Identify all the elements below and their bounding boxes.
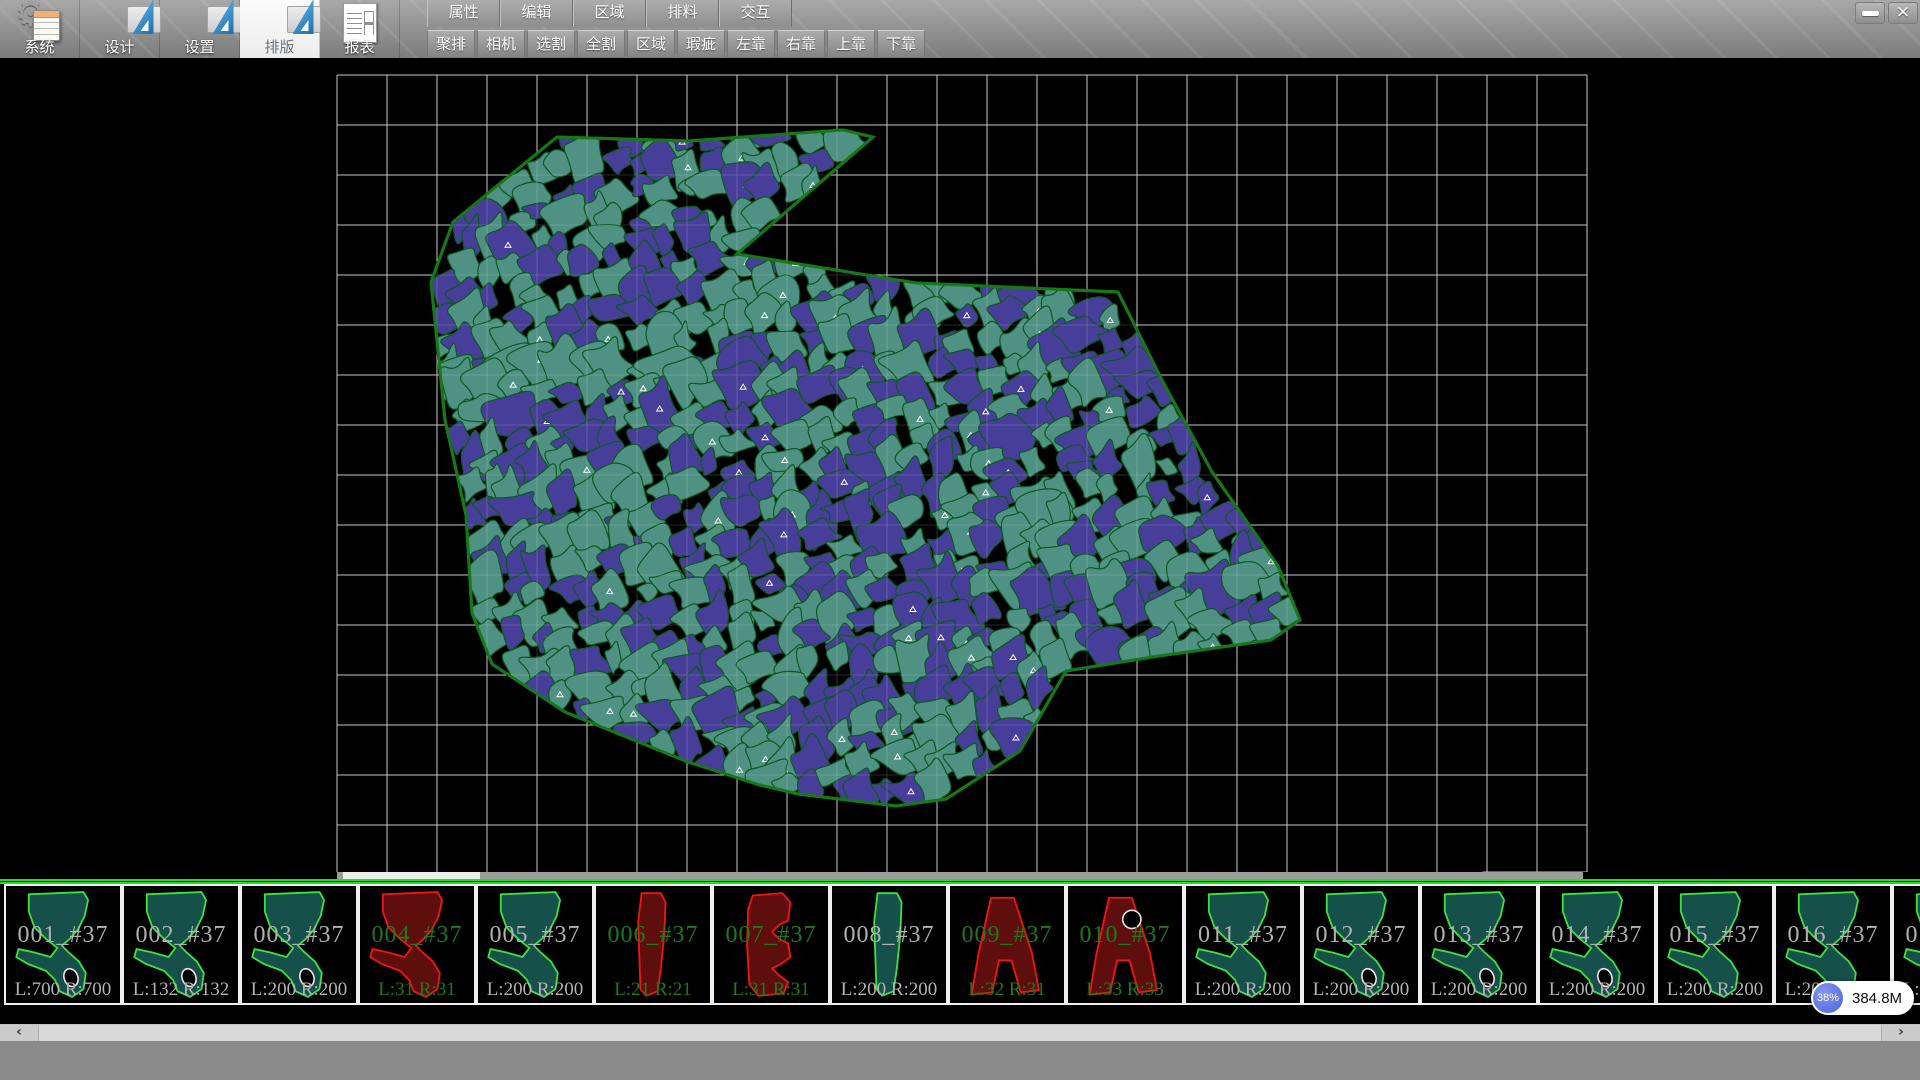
thumbnail-strip: 001_#37L:700 R:700002_#37L:132 R:132003_… [0,884,1920,1008]
system-button[interactable]: ⚙ 系统 [0,0,80,58]
nesting-canvas-svg [0,58,1920,872]
thumbnail-piece[interactable]: 011_#37L:200 R:200 [1184,884,1302,1005]
layout-button-label: 排版 [240,36,319,57]
tool-button[interactable]: 选割 [527,30,575,58]
thumbnail-piece[interactable]: 001_#37L:700 R:700 [4,884,122,1005]
nesting-canvas[interactable] [0,58,1920,872]
thumbnail-piece[interactable]: 013_#37L:200 R:200 [1420,884,1538,1005]
design-button-label: 设计 [80,36,159,57]
application-window: ⚙ 系统 设计 设置 [0,0,1920,1080]
close-icon: ✕ [1896,5,1910,22]
close-button[interactable]: ✕ [1888,2,1918,24]
minimize-icon [1862,11,1879,16]
tool-button[interactable]: 全割 [577,30,625,58]
tool-button-row: 聚排相机选割全割区域瑕疵左靠右靠上靠下靠 [427,30,925,58]
menu-tab[interactable]: 排料 [646,0,719,27]
menu-tab[interactable]: 属性 [427,0,500,27]
menu-tab[interactable]: 编辑 [500,0,573,27]
menu-tab[interactable]: 交互 [719,0,792,27]
menu-tab-row: 属性编辑区域排料交互 [427,0,792,27]
status-bar [0,1041,1920,1080]
main-button-bar: ⚙ 系统 设计 设置 [0,0,400,58]
scroll-left-arrow-icon[interactable]: ‹ [0,1025,39,1042]
settings-button-label: 设置 [160,36,239,57]
thumbnail-piece[interactable]: 010_#37L:33 R:33 [1066,884,1184,1005]
thumbnail-piece[interactable]: 009_#37L:32 R:31 [948,884,1066,1005]
tool-button[interactable]: 聚排 [427,30,475,58]
tool-button[interactable]: 相机 [477,30,525,58]
tool-button[interactable]: 下靠 [877,30,925,58]
canvas-scrollbar-track[interactable] [337,872,1583,879]
thumbnail-piece[interactable]: 014_#37L:200 R:200 [1538,884,1656,1005]
thumbnail-piece[interactable]: 012_#37L:200 R:200 [1302,884,1420,1005]
design-button[interactable]: 设计 [80,0,160,58]
thumbnail-piece[interactable]: 007_#37L:31 R:31 [712,884,830,1005]
thumbnail-piece[interactable]: 003_#37L:200 R:200 [240,884,358,1005]
system-button-label: 系统 [0,36,79,57]
tool-button[interactable]: 瑕疵 [677,30,725,58]
canvas-scrollbar-thumb[interactable] [343,872,480,879]
tool-button[interactable]: 右靠 [777,30,825,58]
top-toolbar: ⚙ 系统 设计 设置 [0,0,1920,58]
report-button[interactable]: 报表 [320,0,400,58]
tool-button[interactable]: 上靠 [827,30,875,58]
report-button-label: 报表 [320,36,399,57]
layout-button[interactable]: 排版 [240,0,320,58]
thumbnail-piece[interactable]: 008_#37L:200 R:200 [830,884,948,1005]
window-controls: ✕ [1855,2,1918,24]
thumbnail-piece[interactable]: 004_#37L:31 R:31 [358,884,476,1005]
tool-button[interactable]: 左靠 [727,30,775,58]
tool-button[interactable]: 区域 [627,30,675,58]
minimize-button[interactable] [1855,2,1885,24]
scroll-right-arrow-icon[interactable]: › [1881,1025,1920,1042]
canvas-scrollbar [0,872,1920,879]
settings-button[interactable]: 设置 [160,0,240,58]
thumbnail-piece[interactable]: 002_#37L:132 R:132 [122,884,240,1005]
memory-size-label: 384.8M [1852,990,1902,1007]
menu-tab[interactable]: 区域 [573,0,646,27]
horizontal-scrollbar[interactable]: ‹ › [0,1024,1920,1041]
thumbnail-piece[interactable]: 015_#37L:200 R:200 [1656,884,1774,1005]
memory-badge[interactable]: 38% 384.8M [1812,981,1914,1015]
thumbnail-piece[interactable]: 005_#37L:200 R:200 [476,884,594,1005]
thumbnail-piece[interactable]: 006_#37L:21 R:21 [594,884,712,1005]
memory-percent-badge: 38% [1811,981,1845,1015]
